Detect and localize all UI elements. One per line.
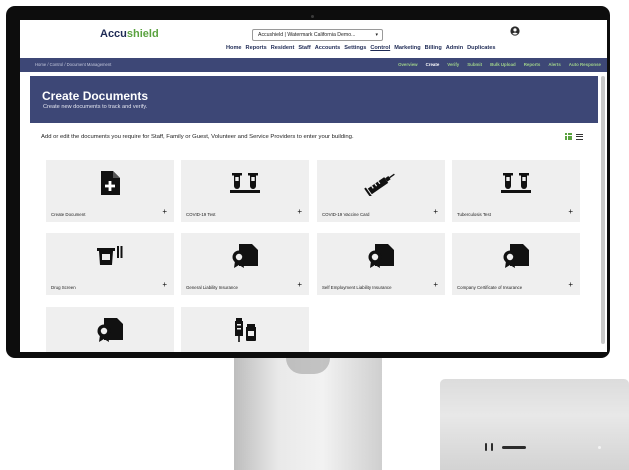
document-card[interactable] [46, 307, 174, 352]
page-title: Create Documents [42, 89, 149, 103]
sub-nav-item[interactable]: Verify [447, 62, 459, 67]
top-nav-item[interactable]: Resident [271, 45, 295, 51]
list-view-icon[interactable] [576, 133, 583, 140]
page-banner: Create Documents Create new documents to… [30, 76, 598, 123]
sub-nav-item[interactable]: Reports [524, 62, 541, 67]
app-header: Accushield Accushield | Watermark Califo… [20, 20, 607, 58]
page-subtitle: Create new documents to track and verify… [43, 104, 148, 110]
document-card[interactable]: COVID-19 Vaccine Card + [317, 160, 445, 222]
file-plus-icon [46, 160, 174, 206]
monitor-stand [234, 358, 382, 470]
top-nav-item[interactable]: Duplicates [467, 45, 495, 51]
sub-nav-item[interactable]: Overview [398, 62, 418, 67]
top-nav-item[interactable]: Home [226, 45, 242, 51]
sub-nav-item[interactable]: Alerts [548, 62, 560, 67]
document-card-label: Tuberculosis Test [457, 212, 491, 217]
sub-nav: Overview Create Verify Submit Bulk Upload Rep… [398, 62, 601, 67]
top-nav-item[interactable]: Accounts [315, 45, 341, 51]
scene: Accushield Accushield | Watermark Califo… [0, 0, 629, 470]
document-card[interactable]: Tuberculosis Test + [452, 160, 580, 222]
chevron-down-icon: ▾ [375, 32, 378, 38]
document-card-label: General Liability Insurance [186, 285, 238, 290]
vaccine-vial-icon [181, 307, 309, 352]
top-nav-item[interactable]: Staff [298, 45, 310, 51]
certificate-icon [317, 233, 445, 279]
top-nav-item[interactable]: Admin [446, 45, 463, 51]
document-card[interactable]: Self Employment Liability Insurance + [317, 233, 445, 295]
add-document-button[interactable]: + [568, 207, 573, 217]
grid-view-icon[interactable] [565, 133, 572, 140]
document-card-label: COVID-19 Vaccine Card [322, 212, 370, 217]
test-tubes-icon [452, 160, 580, 206]
add-document-button[interactable]: + [568, 280, 573, 290]
document-card[interactable]: Drug Screen + [46, 233, 174, 295]
certificate-icon [46, 307, 174, 352]
document-card[interactable]: Company Certificate of Insurance + [452, 233, 580, 295]
document-card[interactable] [181, 307, 309, 352]
usb-port [491, 443, 493, 451]
user-account-icon[interactable] [510, 26, 520, 36]
certificate-icon [181, 233, 309, 279]
facility-select[interactable]: Accushield | Watermark California Demo..… [252, 29, 383, 41]
monitor-bezel: Accushield Accushield | Watermark Califo… [6, 6, 610, 358]
sub-navigation-bar: Home / Control / Document Management Ove… [20, 58, 607, 72]
add-document-button[interactable]: + [297, 207, 302, 217]
scrollbar-thumb[interactable] [601, 76, 605, 344]
add-document-button[interactable]: + [162, 280, 167, 290]
cup-icon [46, 233, 174, 279]
document-card[interactable]: COVID-19 Test + [181, 160, 309, 222]
test-tubes-icon [181, 160, 309, 206]
usb-port [485, 443, 487, 451]
top-nav-item[interactable]: Marketing [394, 45, 420, 51]
sub-nav-item[interactable]: Submit [467, 62, 482, 67]
brand-logo[interactable]: Accushield [100, 28, 159, 40]
power-led [598, 446, 601, 449]
page-description: Add or edit the documents you require fo… [41, 134, 354, 140]
document-card[interactable]: Create Document + [46, 160, 174, 222]
add-document-button[interactable]: + [297, 280, 302, 290]
facility-select-value: Accushield | Watermark California Demo..… [258, 32, 356, 38]
top-nav-item[interactable]: Settings [344, 45, 366, 51]
document-card-label: Create Document [51, 212, 86, 217]
breadcrumb[interactable]: Home / Control / Document Management [35, 62, 111, 67]
view-toggle [565, 133, 583, 140]
scrollbar[interactable] [601, 76, 605, 352]
syringe-icon [317, 160, 445, 206]
document-card-label: COVID-19 Test [186, 212, 216, 217]
logo-text-main: Accu [100, 28, 127, 40]
top-nav: Home Reports Resident Staff Accounts Settings… [226, 45, 495, 51]
top-nav-item[interactable]: Reports [246, 45, 267, 51]
sub-nav-item[interactable]: Bulk Upload [490, 62, 516, 67]
camera-dot [311, 15, 314, 18]
top-nav-item[interactable]: Billing [425, 45, 442, 51]
document-card-label: Drug Screen [51, 285, 76, 290]
document-card-label: Company Certificate of Insurance [457, 285, 523, 290]
sd-card-slot [502, 446, 526, 449]
top-nav-item[interactable]: Control [370, 45, 390, 51]
add-document-button[interactable]: + [433, 280, 438, 290]
sub-nav-item[interactable]: Create [426, 62, 440, 67]
logo-text-accent: shield [126, 28, 159, 40]
document-card-label: Self Employment Liability Insurance [322, 285, 392, 290]
certificate-icon [452, 233, 580, 279]
monitor-screen: Accushield Accushield | Watermark Califo… [20, 20, 607, 352]
add-document-button[interactable]: + [433, 207, 438, 217]
add-document-button[interactable]: + [162, 207, 167, 217]
mac-studio-device [440, 379, 629, 470]
sub-nav-item[interactable]: Auto Response [569, 62, 601, 67]
document-card[interactable]: General Liability Insurance + [181, 233, 309, 295]
